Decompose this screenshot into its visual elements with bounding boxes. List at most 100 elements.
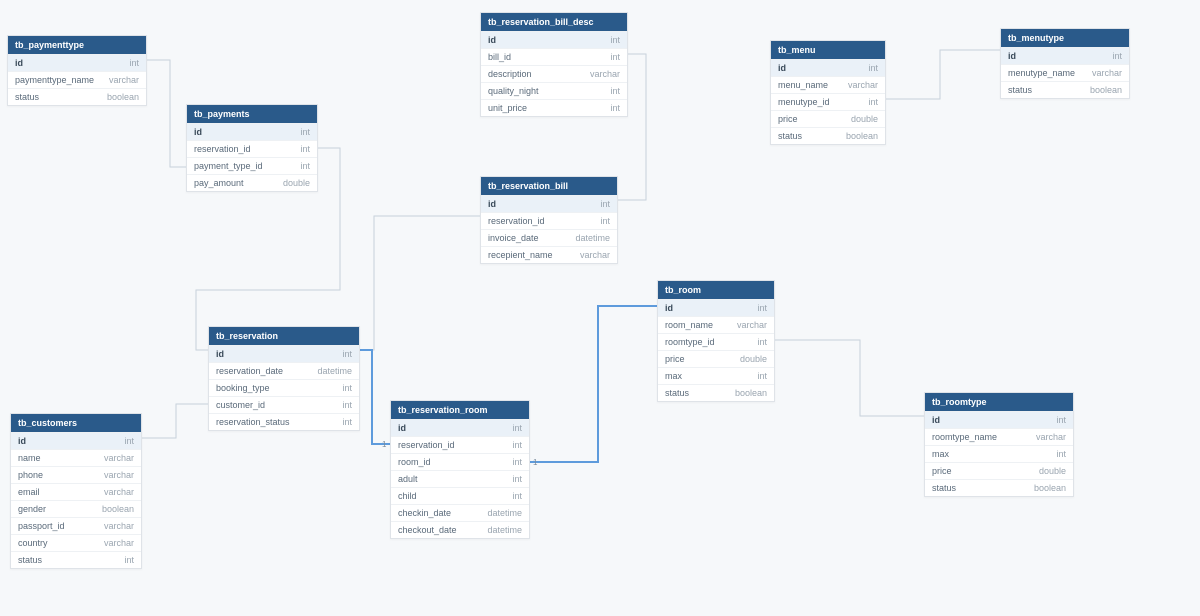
table-header[interactable]: tb_reservation_bill_desc (481, 13, 627, 31)
table-column[interactable]: reservation_idint (187, 140, 317, 157)
table-reservation_bill_desc[interactable]: tb_reservation_bill_descidintbill_idintd… (480, 12, 628, 117)
column-name: id (18, 436, 26, 446)
table-column[interactable]: reservation_idint (391, 436, 529, 453)
table-column[interactable]: genderboolean (11, 500, 141, 517)
table-column[interactable]: status boolean (658, 384, 774, 401)
table-header[interactable]: tb_reservation_bill (481, 177, 617, 195)
table-column[interactable]: idint (187, 123, 317, 140)
table-column[interactable]: reservation_statusint (209, 413, 359, 430)
table-column[interactable]: idint (1001, 47, 1129, 64)
table-reservation_bill[interactable]: tb_reservation_billidintreservation_idin… (480, 176, 618, 264)
table-column[interactable]: room_idint (391, 453, 529, 470)
column-type: varchar (580, 250, 610, 260)
table-header[interactable]: tb_reservation_room (391, 401, 529, 419)
table-column[interactable]: maxint (658, 367, 774, 384)
table-column[interactable]: idint (658, 299, 774, 316)
table-column[interactable]: idint (209, 345, 359, 362)
table-column[interactable]: adultint (391, 470, 529, 487)
table-column[interactable]: statusboolean (8, 88, 146, 105)
table-column[interactable]: idint (391, 419, 529, 436)
column-name: price (778, 114, 798, 124)
column-type: int (512, 491, 522, 501)
table-column[interactable]: paymenttype_namevarchar (8, 71, 146, 88)
column-name: status (15, 92, 39, 102)
table-column[interactable]: idint (11, 432, 141, 449)
column-type: int (757, 337, 767, 347)
table-column[interactable]: menutype_namevarchar (1001, 64, 1129, 81)
table-column[interactable]: descriptionvarchar (481, 65, 627, 82)
table-customers[interactable]: tb_customersidintnamevarcharphonevarchar… (10, 413, 142, 569)
table-column[interactable]: statusboolean (771, 127, 885, 144)
column-name: gender (18, 504, 46, 514)
column-name: reservation_id (194, 144, 251, 154)
table-column[interactable]: payment_type_idint (187, 157, 317, 174)
table-column[interactable]: menutype_idint (771, 93, 885, 110)
table-header[interactable]: tb_paymenttype (8, 36, 146, 54)
table-column[interactable]: room_namevarchar (658, 316, 774, 333)
column-type: varchar (590, 69, 620, 79)
column-name: country (18, 538, 48, 548)
table-column[interactable]: roomtype_idint (658, 333, 774, 350)
table-column[interactable]: idint (481, 31, 627, 48)
table-header[interactable]: tb_customers (11, 414, 141, 432)
table-reservation_room[interactable]: tb_reservation_roomidintreservation_idin… (390, 400, 530, 539)
column-name: name (18, 453, 41, 463)
table-header[interactable]: tb_reservation (209, 327, 359, 345)
table-column[interactable]: pricedouble (925, 462, 1073, 479)
table-column[interactable]: statusint (11, 551, 141, 568)
table-column[interactable]: childint (391, 487, 529, 504)
table-column[interactable]: idint (8, 54, 146, 71)
table-column[interactable]: invoice_datedatetime (481, 229, 617, 246)
table-column[interactable]: reservation_datedatetime (209, 362, 359, 379)
table-column[interactable]: unit_priceint (481, 99, 627, 116)
rel-label-room-one: 1 (533, 458, 537, 467)
column-type: varchar (1036, 432, 1066, 442)
table-menutype[interactable]: tb_menutypeidintmenutype_namevarcharstat… (1000, 28, 1130, 99)
table-column[interactable]: countryvarchar (11, 534, 141, 551)
column-name: status (1008, 85, 1032, 95)
table-column[interactable]: emailvarchar (11, 483, 141, 500)
table-column[interactable]: checkin_datedatetime (391, 504, 529, 521)
table-column[interactable]: recepient_namevarchar (481, 246, 617, 263)
table-column[interactable]: idint (481, 195, 617, 212)
column-type: boolean (735, 388, 767, 398)
table-reservation[interactable]: tb_reservationidintreservation_datedatet… (208, 326, 360, 431)
table-room[interactable]: tb_roomidintroom_namevarcharroomtype_idi… (657, 280, 775, 402)
table-column[interactable]: pay_amountdouble (187, 174, 317, 191)
table-column[interactable]: reservation_idint (481, 212, 617, 229)
table-column[interactable]: statusboolean (1001, 81, 1129, 98)
table-column[interactable]: statusboolean (925, 479, 1073, 496)
column-type: int (1112, 51, 1122, 61)
table-column[interactable]: maxint (925, 445, 1073, 462)
table-column[interactable]: checkout_datedatetime (391, 521, 529, 538)
table-column[interactable]: idint (771, 59, 885, 76)
table-header[interactable]: tb_menutype (1001, 29, 1129, 47)
table-column[interactable]: passport_idvarchar (11, 517, 141, 534)
column-name: menutype_name (1008, 68, 1075, 78)
column-type: int (1056, 415, 1066, 425)
table-roomtype[interactable]: tb_roomtypeidintroomtype_namevarcharmaxi… (924, 392, 1074, 497)
table-paymenttype[interactable]: tb_paymenttypeidintpaymenttype_namevarch… (7, 35, 147, 106)
table-column[interactable]: quality_nightint (481, 82, 627, 99)
table-column[interactable]: customer_idint (209, 396, 359, 413)
table-column[interactable]: pricedouble (658, 350, 774, 367)
column-type: datetime (487, 508, 522, 518)
table-column[interactable]: namevarchar (11, 449, 141, 466)
table-header[interactable]: tb_menu (771, 41, 885, 59)
table-column[interactable]: menu_namevarchar (771, 76, 885, 93)
table-column[interactable]: idint (925, 411, 1073, 428)
table-header[interactable]: tb_room (658, 281, 774, 299)
table-column[interactable]: roomtype_namevarchar (925, 428, 1073, 445)
table-header[interactable]: tb_roomtype (925, 393, 1073, 411)
table-column[interactable]: pricedouble (771, 110, 885, 127)
table-column[interactable]: booking_typeint (209, 379, 359, 396)
table-header[interactable]: tb_payments (187, 105, 317, 123)
column-type: int (868, 97, 878, 107)
column-type: datetime (317, 366, 352, 376)
table-column[interactable]: bill_idint (481, 48, 627, 65)
table-payments[interactable]: tb_paymentsidintreservation_idintpayment… (186, 104, 318, 192)
column-type: double (1039, 466, 1066, 476)
table-column[interactable]: phonevarchar (11, 466, 141, 483)
column-name: status (665, 388, 689, 398)
table-menu[interactable]: tb_menuidintmenu_namevarcharmenutype_idi… (770, 40, 886, 145)
